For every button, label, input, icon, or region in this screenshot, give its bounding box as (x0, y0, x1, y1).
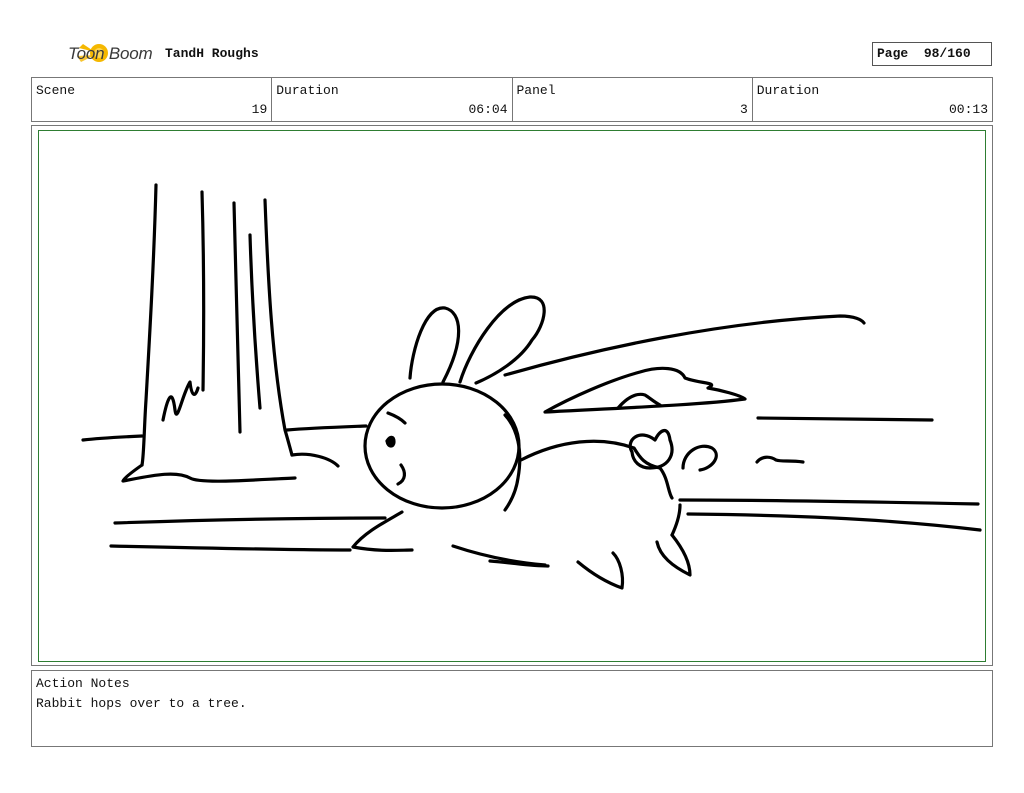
tree-trunk-inner2 (232, 201, 242, 434)
tree-trunk-line (248, 233, 262, 410)
rabbit-brow (386, 411, 407, 425)
scene-duration-value: 06:04 (468, 102, 508, 117)
project-title: TandH Roughs (165, 46, 259, 61)
rabbit-hind-foot (655, 533, 692, 577)
rabbit-eye (385, 435, 396, 448)
bush (543, 366, 747, 414)
logo-text: Toon Boom (68, 44, 153, 63)
rabbit-tail-curl (681, 444, 718, 472)
ground-stripe-2 (109, 544, 352, 552)
tree-root-right (290, 452, 340, 468)
page-indicator: Page 98/160 (872, 42, 992, 66)
tree-root-left (121, 463, 297, 483)
ground-stripe-3 (678, 498, 980, 506)
page-value: 98/160 (923, 46, 971, 61)
panel-value: 3 (739, 102, 748, 117)
scene-cell: Scene 19 (32, 78, 273, 121)
action-notes-text: Rabbit hops over to a tree. (36, 696, 247, 711)
panel-duration-cell: Duration 00:13 (753, 78, 992, 121)
rabbit-hind-leg (576, 551, 625, 590)
hill-line (503, 314, 866, 377)
scene-label: Scene (36, 83, 76, 98)
panel-duration-value: 00:13 (948, 102, 988, 117)
scene-duration-label: Duration (276, 83, 339, 98)
rabbit-leg-back (670, 503, 682, 537)
rabbit-mouth (396, 463, 406, 486)
rabbit-back (519, 439, 674, 500)
storyboard-sketch (81, 183, 982, 590)
tree-bark (161, 380, 200, 422)
scene-value: 19 (251, 102, 268, 117)
ground-line-mid (285, 424, 368, 432)
rabbit-ear-left (408, 306, 461, 384)
tree-trunk-left (140, 183, 158, 467)
ground-stripe-1 (113, 516, 387, 525)
tree-trunk-inner (200, 190, 206, 392)
action-notes: Action Notes Rabbit hops over to a tree. (31, 670, 993, 747)
ground-line-left (81, 434, 144, 442)
tree-trunk-right (263, 198, 294, 457)
panel-cell: Panel 3 (513, 78, 753, 121)
rabbit-ear-right (458, 295, 546, 385)
action-notes-label: Action Notes (36, 676, 130, 691)
scene-duration-cell: Duration 06:04 (272, 78, 513, 121)
panel-duration-label: Duration (756, 83, 820, 98)
info-row: Scene 19 Duration 06:04 Panel 3 Duration… (31, 77, 993, 122)
grass-tuft (755, 455, 805, 464)
panel-label: Panel (516, 83, 556, 98)
far-grass (756, 416, 934, 422)
ground-stripe-4 (686, 512, 982, 532)
page-label: Page (877, 46, 909, 61)
